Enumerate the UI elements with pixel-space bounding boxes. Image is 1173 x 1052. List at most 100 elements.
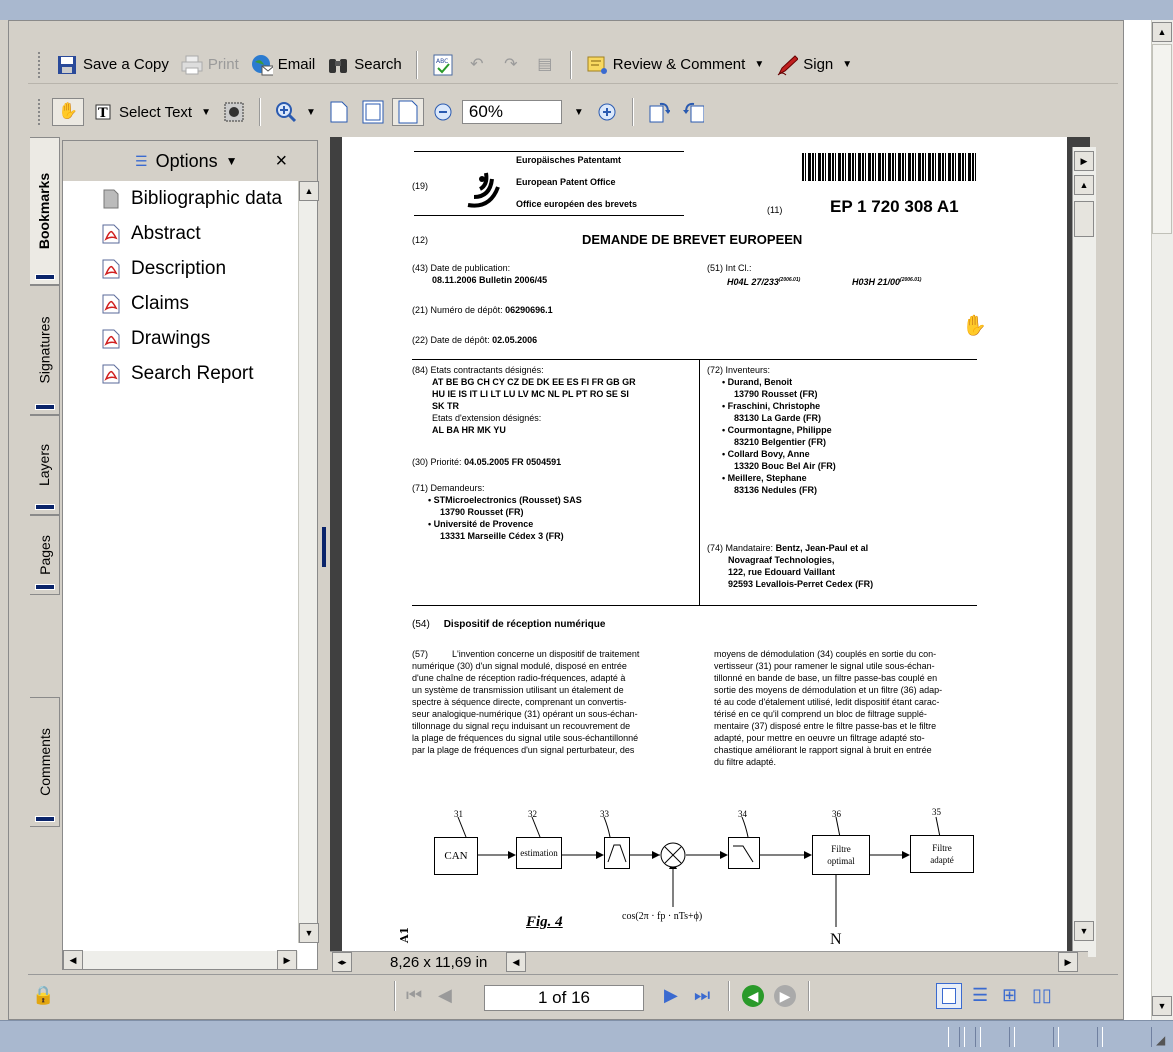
abstract-line: chastique améliorant le rapport signal à… (714, 745, 932, 755)
split-horizontal-button[interactable]: ◂▸ (332, 952, 352, 972)
bookmark-item[interactable]: Claims (101, 288, 189, 320)
first-page-icon[interactable]: ⏮ (406, 985, 422, 1006)
continuous-layout-icon[interactable]: ☰ (972, 985, 988, 1006)
split-view-button[interactable]: ▶ (1074, 151, 1094, 171)
panel-horizontal-scrollbar[interactable]: ◀ ▶ (63, 950, 298, 970)
tab-pages[interactable]: Pages (30, 515, 60, 595)
scroll-down-button[interactable]: ▼ (299, 923, 319, 943)
options-menu-button[interactable]: ☰ Options ▼ (135, 151, 238, 172)
n-label: N (830, 931, 842, 948)
bookmark-item[interactable]: Drawings (101, 323, 210, 355)
resize-grip-icon[interactable]: ◢ (1156, 1033, 1165, 1047)
bookmark-label: Abstract (131, 223, 201, 244)
extension-states: AL BA HR MK YU (432, 425, 506, 435)
bookmark-label: Bibliographic data (131, 188, 283, 209)
save-copy-button[interactable]: Save a Copy (52, 52, 173, 78)
scroll-right-button[interactable]: ▶ (1058, 952, 1078, 972)
abstract-line: vertisseur (31) pour ramener le signal u… (714, 661, 935, 671)
zoom-dropdown[interactable]: ▼ (566, 105, 588, 120)
tab-layers[interactable]: Layers (30, 415, 60, 515)
fit-width-button[interactable] (391, 98, 424, 126)
fit-page-button[interactable] (358, 99, 388, 125)
email-button[interactable]: Email (247, 52, 320, 78)
ref-33: 33 (600, 809, 609, 819)
rotate-counterclockwise-button[interactable] (678, 99, 708, 125)
zoom-in-button[interactable] (592, 99, 622, 125)
previous-page-icon[interactable]: ◀ (438, 985, 452, 1006)
bookmark-item[interactable]: Search Report (101, 358, 254, 390)
scroll-up-button[interactable]: ▲ (1152, 22, 1172, 42)
page-number-input[interactable]: 1 of 16 (484, 985, 644, 1011)
panel-splitter[interactable] (320, 137, 328, 971)
int-cl-2-version: (2006.01) (900, 277, 922, 283)
hand-icon: ✋ (58, 103, 78, 120)
scroll-right-button[interactable]: ▶ (277, 950, 297, 970)
continuous-facing-layout-icon[interactable]: ▯▯ (1032, 985, 1052, 1006)
scroll-left-button[interactable]: ◀ (63, 950, 83, 970)
block-lowpass (728, 837, 760, 869)
hand-tool-button[interactable]: ✋ (52, 98, 84, 126)
scroll-down-button[interactable]: ▼ (1152, 996, 1172, 1016)
window-scrollbar[interactable]: ▲ ▼ (1124, 20, 1173, 1020)
camera-icon (223, 101, 245, 123)
view-toolbar: ✋ T Select Text ▼ ▼ 60% ▼ (28, 93, 1118, 131)
zoom-input[interactable]: 60% (461, 100, 562, 124)
forward-view-icon[interactable]: ▶ (774, 985, 796, 1007)
zoom-out-button[interactable] (428, 99, 458, 125)
panel-vertical-scrollbar[interactable]: ▲ ▼ (298, 181, 319, 943)
snapshot-button[interactable] (219, 99, 249, 125)
scroll-left-button[interactable]: ◀ (506, 952, 526, 972)
int-cl-2: H03H 21/00 (852, 277, 901, 287)
rotate-clockwise-button[interactable] (644, 99, 674, 125)
bookmark-item[interactable]: Description (101, 253, 226, 285)
select-text-button[interactable]: T Select Text ▼ (88, 99, 215, 125)
actual-size-button[interactable] (324, 99, 354, 125)
scroll-up-button[interactable]: ▲ (1074, 175, 1094, 195)
facing-layout-icon[interactable]: ⊞ (1002, 985, 1017, 1006)
next-page-icon[interactable]: ▶ (664, 985, 678, 1006)
copy-button[interactable]: ▤ (530, 52, 560, 78)
bookmark-item[interactable]: Abstract (101, 218, 201, 250)
document-view[interactable]: (19) Europäisches Patentamt European Pat… (330, 137, 1090, 951)
scroll-down-button[interactable]: ▼ (1074, 921, 1094, 941)
review-comment-button[interactable]: Review & Comment ▼ (582, 52, 768, 78)
inventor-address: 83210 Belgentier (FR) (734, 437, 827, 447)
tab-comments[interactable]: Comments (30, 697, 60, 827)
abstract-line: adapté, pour mettre en oeuvre un filtrag… (714, 733, 925, 743)
toolbar-grip[interactable] (38, 51, 42, 78)
scroll-up-button[interactable]: ▲ (299, 181, 319, 201)
page-fit-width-icon (397, 100, 419, 124)
inid-12: (12) (412, 235, 429, 245)
search-button[interactable]: Search (323, 52, 406, 78)
review-comment-label: Review & Comment (612, 56, 746, 73)
tab-signatures[interactable]: Signatures (30, 285, 60, 415)
chevron-down-icon: ▼ (306, 106, 316, 118)
splitter-handle[interactable] (322, 527, 326, 567)
block-filtre-adapte: Filtre adapté (910, 835, 974, 873)
lock-icon[interactable]: 🔒 (32, 985, 54, 1006)
undo-button[interactable]: ↶ (462, 52, 492, 78)
document-vertical-scrollbar[interactable]: ▶ ▲ ▼ (1072, 147, 1096, 957)
spell-check-button[interactable]: ABC (428, 52, 458, 78)
close-icon[interactable]: × (276, 150, 288, 173)
scroll-thumb[interactable] (1074, 201, 1094, 237)
last-page-icon[interactable]: ⏭ (694, 985, 710, 1006)
ref-34: 34 (738, 809, 747, 819)
pdf-page[interactable]: (19) Europäisches Patentamt European Pat… (342, 137, 1067, 951)
tab-bookmarks[interactable]: Bookmarks (30, 137, 60, 285)
sign-button[interactable]: Sign ▼ (772, 52, 856, 78)
bookmark-item[interactable]: Bibliographic data (101, 183, 282, 215)
zoom-in-tool-button[interactable]: ▼ (271, 99, 320, 125)
status-segment (948, 1027, 960, 1047)
back-view-icon[interactable]: ◀ (742, 985, 764, 1007)
document-horizontal-scrollbar[interactable]: ◂▸ 8,26 x 11,69 in ◀ ▶ (330, 951, 1088, 972)
publication-date: 08.11.2006 Bulletin 2006/45 (432, 275, 548, 285)
single-page-layout-icon[interactable] (936, 983, 962, 1009)
toolbar-grip[interactable] (38, 99, 42, 125)
redo-button[interactable]: ↷ (496, 52, 526, 78)
office-name-fr: Office européen des brevets (516, 199, 638, 209)
inid-74: (74) (707, 543, 724, 553)
panel-header: ☰ Options ▼ × (63, 141, 317, 181)
scroll-thumb[interactable] (1152, 44, 1172, 234)
print-button[interactable]: Print (177, 52, 243, 78)
